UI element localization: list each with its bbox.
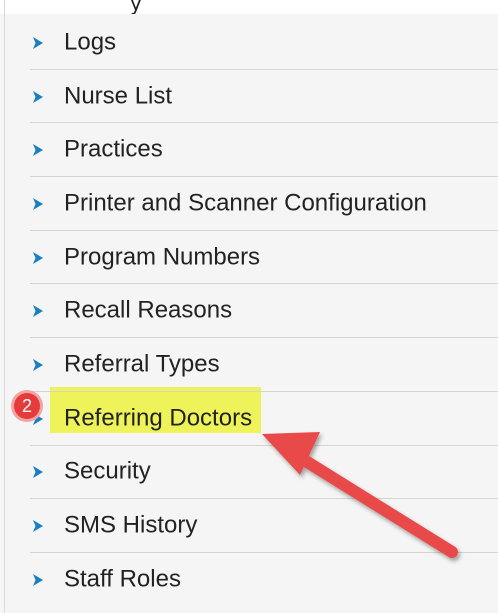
menu-item-label: Security: [64, 457, 151, 485]
menu-item-recall-reasons[interactable]: Recall Reasons: [0, 284, 498, 338]
chevron-right-icon: [33, 36, 43, 49]
menu-item-label: Program Numbers: [64, 243, 261, 271]
chevron-right-icon: [33, 197, 43, 210]
menu-item-program-numbers[interactable]: Program Numbers: [0, 231, 498, 285]
menu-item-label: Recall Reasons: [64, 296, 233, 324]
menu-item-staff-roles[interactable]: Staff Roles: [0, 553, 498, 607]
cropped-header-text: y: [130, 0, 142, 14]
menu-item-sms-history[interactable]: SMS History: [0, 499, 498, 553]
settings-menu: Logs Nurse List Practices Printer and Sc…: [0, 16, 498, 607]
menu-item-nurse-list[interactable]: Nurse List: [0, 70, 498, 124]
chevron-right-icon: [33, 90, 43, 103]
chevron-right-icon: [33, 358, 43, 371]
chevron-right-icon: [33, 520, 43, 533]
menu-item-referral-types[interactable]: Referral Types: [0, 338, 498, 392]
step-badge: 2: [14, 393, 40, 419]
chevron-right-icon: [33, 305, 43, 318]
menu-item-label: SMS History: [64, 511, 198, 539]
chevron-right-icon: [33, 466, 43, 479]
menu-item-security[interactable]: Security: [0, 446, 498, 500]
menu-item-label: Logs: [64, 28, 117, 56]
menu-item-label: Staff Roles: [64, 565, 181, 593]
menu-item-label: Referral Types: [64, 350, 220, 378]
chevron-right-icon: [33, 144, 43, 157]
chevron-right-icon: [33, 573, 43, 586]
menu-item-label: Nurse List: [64, 82, 173, 110]
menu-item-referring-doctors[interactable]: Referring Doctors: [0, 392, 498, 446]
menu-item-label: Referring Doctors: [64, 404, 253, 432]
cropped-header-strip: y: [0, 0, 498, 14]
menu-item-label: Printer and Scanner Configuration: [64, 189, 427, 217]
menu-item-label: Practices: [64, 135, 163, 163]
menu-item-logs[interactable]: Logs: [0, 16, 498, 70]
menu-item-practices[interactable]: Practices: [0, 123, 498, 177]
chevron-right-icon: [33, 251, 43, 264]
menu-item-printer-scanner-configuration[interactable]: Printer and Scanner Configuration: [0, 177, 498, 231]
